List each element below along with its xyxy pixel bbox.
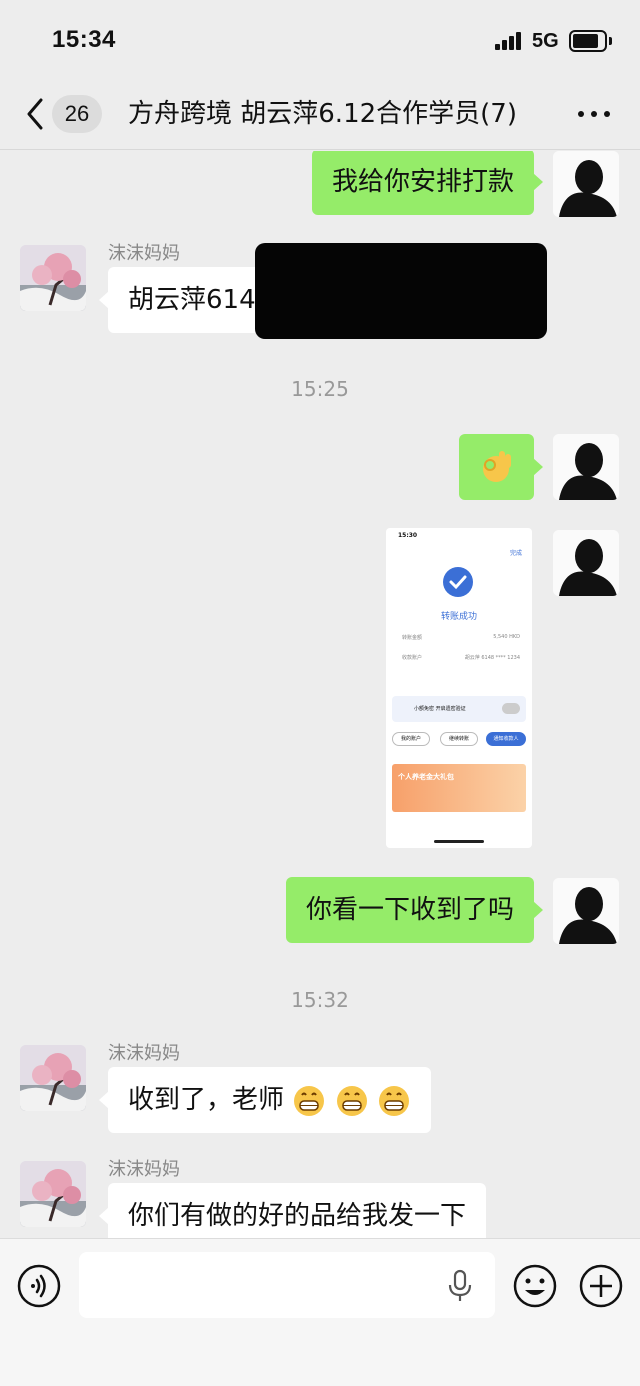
my-avatar[interactable]	[553, 530, 619, 596]
toggle-card-label: 小额免密 开启遗密验证	[414, 706, 466, 712]
input-bar	[0, 1238, 640, 1386]
ok-hand-emoji-icon	[483, 450, 511, 482]
toggle-switch	[502, 703, 520, 714]
status-bar: 15:34 5G	[0, 0, 640, 82]
message-bubble-outgoing[interactable]: 你看一下收到了吗	[285, 877, 544, 943]
contact-avatar[interactable]	[20, 1045, 86, 1111]
image-status-time: 15:30	[398, 532, 418, 539]
message-bubble-incoming[interactable]: 收到了，老师	[99, 1067, 431, 1133]
status-time: 15:34	[52, 26, 116, 53]
battery-icon	[569, 30, 613, 52]
image-message[interactable]: 15:30 完成 转账成功 转账金额 5,540 HKD 收款账户 胡云萍 61…	[386, 528, 532, 848]
image-done-label: 完成	[509, 550, 522, 557]
message-text: 收到了，老师	[128, 1085, 285, 1115]
thumb-button: 通知收款人	[486, 732, 526, 746]
promo-banner: 个人养老金大礼包	[392, 764, 526, 812]
message-bubble-incoming[interactable]: 你们有做的好的品给我发一下	[98, 1183, 487, 1238]
chat-title: 方舟跨境 胡云萍6.12合作学员(7)	[128, 99, 517, 129]
sender-name: 沫沫妈妈	[108, 1159, 180, 1180]
plus-icon[interactable]	[578, 1263, 624, 1309]
message-input[interactable]	[79, 1252, 495, 1318]
sender-name: 沫沫妈妈	[108, 1043, 180, 1064]
grinning-emoji-icon	[336, 1085, 367, 1116]
message-bubble-outgoing[interactable]: 我给你安排打款	[311, 151, 544, 215]
transfer-row-label: 收款账户	[402, 655, 423, 661]
my-avatar[interactable]	[553, 434, 619, 500]
toggle-card: 小额免密 开启遗密验证	[392, 696, 526, 722]
chevron-left-icon[interactable]	[22, 96, 52, 132]
my-avatar[interactable]	[553, 151, 619, 217]
timestamp: 15:32	[291, 988, 349, 1012]
grinning-emoji-icon	[294, 1085, 325, 1116]
emoji-icon[interactable]	[512, 1263, 558, 1309]
grinning-emoji-icon	[378, 1085, 409, 1116]
transfer-row-label: 转账金额	[402, 635, 423, 641]
check-icon	[443, 567, 473, 597]
unread-badge[interactable]: 26	[52, 95, 102, 133]
contact-avatar[interactable]	[20, 1161, 86, 1227]
more-dots-icon[interactable]	[576, 108, 612, 120]
promo-banner-text: 个人养老金大礼包	[398, 773, 454, 781]
sender-name: 沫沫妈妈	[108, 243, 180, 264]
transfer-row-value: 胡云萍 6148 **** 1234	[464, 655, 520, 661]
microphone-icon[interactable]	[446, 1269, 474, 1303]
transfer-row-value: 5,540 HKD	[493, 634, 520, 640]
signal-icon	[495, 32, 521, 50]
thumb-button: 我的账户	[392, 732, 430, 746]
contact-avatar[interactable]	[20, 245, 86, 311]
home-indicator	[434, 840, 484, 843]
timestamp: 15:25	[291, 377, 349, 401]
voice-icon[interactable]	[16, 1263, 62, 1309]
network-label: 5G	[532, 30, 559, 52]
message-bubble-outgoing[interactable]	[459, 434, 543, 500]
redaction-mark	[255, 243, 547, 339]
chat-header: 26 方舟跨境 胡云萍6.12合作学员(7)	[0, 82, 640, 150]
transfer-status: 转账成功	[440, 612, 477, 622]
thumb-button: 继续转账	[440, 732, 478, 746]
message-list: 我给你安排打款 沫沫妈妈 胡云萍614 15:25 15:30 完成 转账成功 …	[0, 151, 640, 1238]
my-avatar[interactable]	[553, 878, 619, 944]
